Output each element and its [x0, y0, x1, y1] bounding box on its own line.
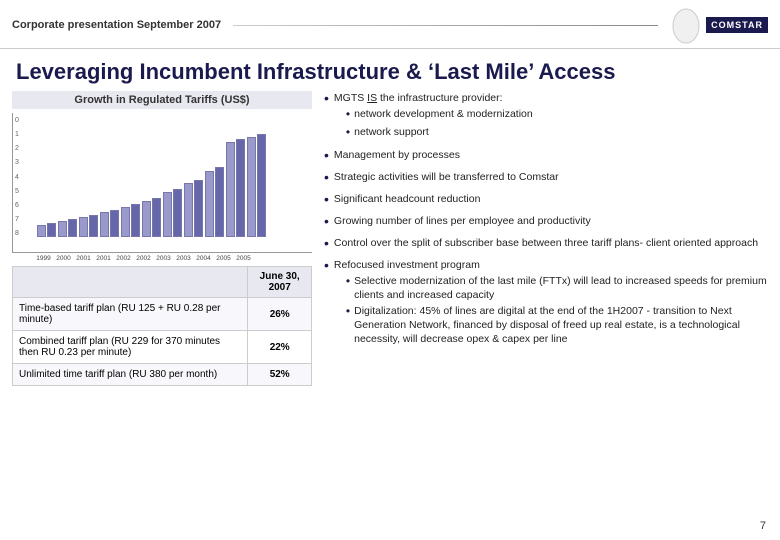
table-cell-plan: Unlimited time tariff plan (RU 380 per m… — [13, 364, 248, 386]
table-cell-plan: Combined tariff plan (RU 229 for 370 min… — [13, 331, 248, 364]
bar-group — [79, 215, 98, 237]
bar-dark — [194, 180, 203, 237]
bullet-dot: • — [324, 256, 329, 275]
bar-dark — [215, 167, 224, 237]
comstar-egg-logo — [670, 6, 702, 44]
bar-dark — [131, 204, 140, 237]
bullet-text: Significant headcount reduction — [334, 192, 481, 206]
table-cell-value: 52% — [248, 364, 312, 386]
bar-dark — [236, 139, 245, 237]
bar — [163, 192, 172, 237]
bar-group — [163, 189, 182, 237]
bar — [247, 137, 256, 237]
list-item: • Control over the split of subscriber b… — [324, 236, 768, 253]
bullet-text: MGTS IS the infrastructure provider: • n… — [334, 91, 533, 143]
sub-item-text: Digitalization: 45% of lines are digital… — [354, 305, 768, 346]
list-item: • Refocused investment program • Selecti… — [324, 258, 768, 349]
page-number: 7 — [760, 520, 766, 532]
bar-dark — [68, 219, 77, 237]
header-title-normal: September 2007 — [134, 19, 221, 31]
sub-bullet: • — [346, 107, 350, 123]
bullet-text: Control over the split of subscriber bas… — [334, 236, 758, 250]
bullet-text: Strategic activities will be transferred… — [334, 170, 559, 184]
right-panel: • MGTS IS the infrastructure provider: •… — [324, 91, 768, 386]
table-header-plan — [13, 267, 248, 298]
bullet-text: Management by processes — [334, 148, 460, 162]
sub-bullet: • — [346, 274, 350, 290]
bar — [184, 183, 193, 237]
bar-dark — [257, 134, 266, 237]
sub-item-text: network support — [354, 126, 429, 140]
list-item: • Growing number of lines per employee a… — [324, 214, 768, 231]
bullet-dot: • — [324, 234, 329, 253]
bullet-dot: • — [324, 212, 329, 231]
list-item: • network support — [346, 126, 533, 141]
header: Corporate presentation September 2007 CO… — [0, 0, 780, 49]
bar-group — [121, 204, 140, 237]
comstar-text-logo: COMSTAR — [706, 17, 768, 33]
bar — [205, 171, 214, 237]
bar — [58, 221, 67, 237]
bar-dark — [89, 215, 98, 237]
bullet-list: • MGTS IS the infrastructure provider: •… — [324, 91, 768, 349]
table-cell-plan: Time-based tariff plan (RU 125 + RU 0.28… — [13, 298, 248, 331]
bar-group — [226, 139, 245, 237]
main-content: Growth in Regulated Tariffs (US$) 8 7 6 … — [0, 91, 780, 386]
bullet-text: Growing number of lines per employee and… — [334, 214, 591, 228]
bar-dark — [152, 198, 161, 237]
bar-dark — [173, 189, 182, 237]
header-divider — [233, 25, 658, 26]
left-panel: Growth in Regulated Tariffs (US$) 8 7 6 … — [12, 91, 312, 386]
bar-dark — [110, 210, 119, 237]
sub-bullet: • — [346, 125, 350, 141]
bar-group — [142, 198, 161, 237]
list-item: • Management by processes — [324, 148, 768, 165]
chart-bars — [37, 117, 308, 237]
sub-bullet: • — [346, 304, 350, 320]
list-item: • Significant headcount reduction — [324, 192, 768, 209]
chart-title: Growth in Regulated Tariffs (US$) — [12, 91, 312, 109]
table-row: Unlimited time tariff plan (RU 380 per m… — [13, 364, 312, 386]
list-item: • Strategic activities will be transferr… — [324, 170, 768, 187]
sub-item-text: network development & modernization — [354, 108, 533, 122]
bullet-dot: • — [324, 190, 329, 209]
bullet-dot: • — [324, 89, 329, 108]
bar — [142, 201, 151, 237]
bar — [37, 225, 46, 237]
header-title: Corporate presentation September 2007 — [12, 19, 221, 31]
bar-group — [205, 167, 224, 237]
bullet-dot: • — [324, 168, 329, 187]
table-cell-value: 26% — [248, 298, 312, 331]
bar-group — [100, 210, 119, 237]
bar — [226, 142, 235, 237]
table-header-date: June 30, 2007 — [248, 267, 312, 298]
sub-list: • Selective modernization of the last mi… — [346, 275, 768, 346]
header-title-bold: Corporate presentation — [12, 19, 134, 31]
bar-group — [247, 134, 266, 237]
list-item: • MGTS IS the infrastructure provider: •… — [324, 91, 768, 143]
bar — [79, 217, 88, 237]
bar-group — [37, 223, 56, 237]
list-item: • Selective modernization of the last mi… — [346, 275, 768, 302]
bar — [121, 207, 130, 237]
list-item: • Digitalization: 45% of lines are digit… — [346, 305, 768, 346]
table-cell-value: 22% — [248, 331, 312, 364]
sub-item-text: Selective modernization of the last mile… — [354, 275, 768, 302]
x-axis-labels: 1999 2000 2001 2001 2002 2002 2003 2003 … — [12, 255, 312, 262]
chart-area: 8 7 6 5 4 3 2 1 0 — [12, 113, 312, 253]
bullet-text: Refocused investment program • Selective… — [334, 258, 768, 349]
page-title: Leveraging Incumbent Infrastructure & ‘L… — [0, 49, 780, 91]
table-row: Time-based tariff plan (RU 125 + RU 0.28… — [13, 298, 312, 331]
bullet-dot: • — [324, 146, 329, 165]
list-item: • network development & modernization — [346, 108, 533, 123]
bar-dark — [47, 223, 56, 237]
tariff-table: June 30, 2007 Time-based tariff plan (RU… — [12, 266, 312, 386]
bar-group — [184, 180, 203, 237]
logo-area: COMSTAR — [670, 6, 768, 44]
sub-list: • network development & modernization • … — [346, 108, 533, 140]
y-axis-labels: 8 7 6 5 4 3 2 1 0 — [15, 117, 19, 237]
table-row: Combined tariff plan (RU 229 for 370 min… — [13, 331, 312, 364]
bar-group — [58, 219, 77, 237]
bar — [100, 212, 109, 237]
